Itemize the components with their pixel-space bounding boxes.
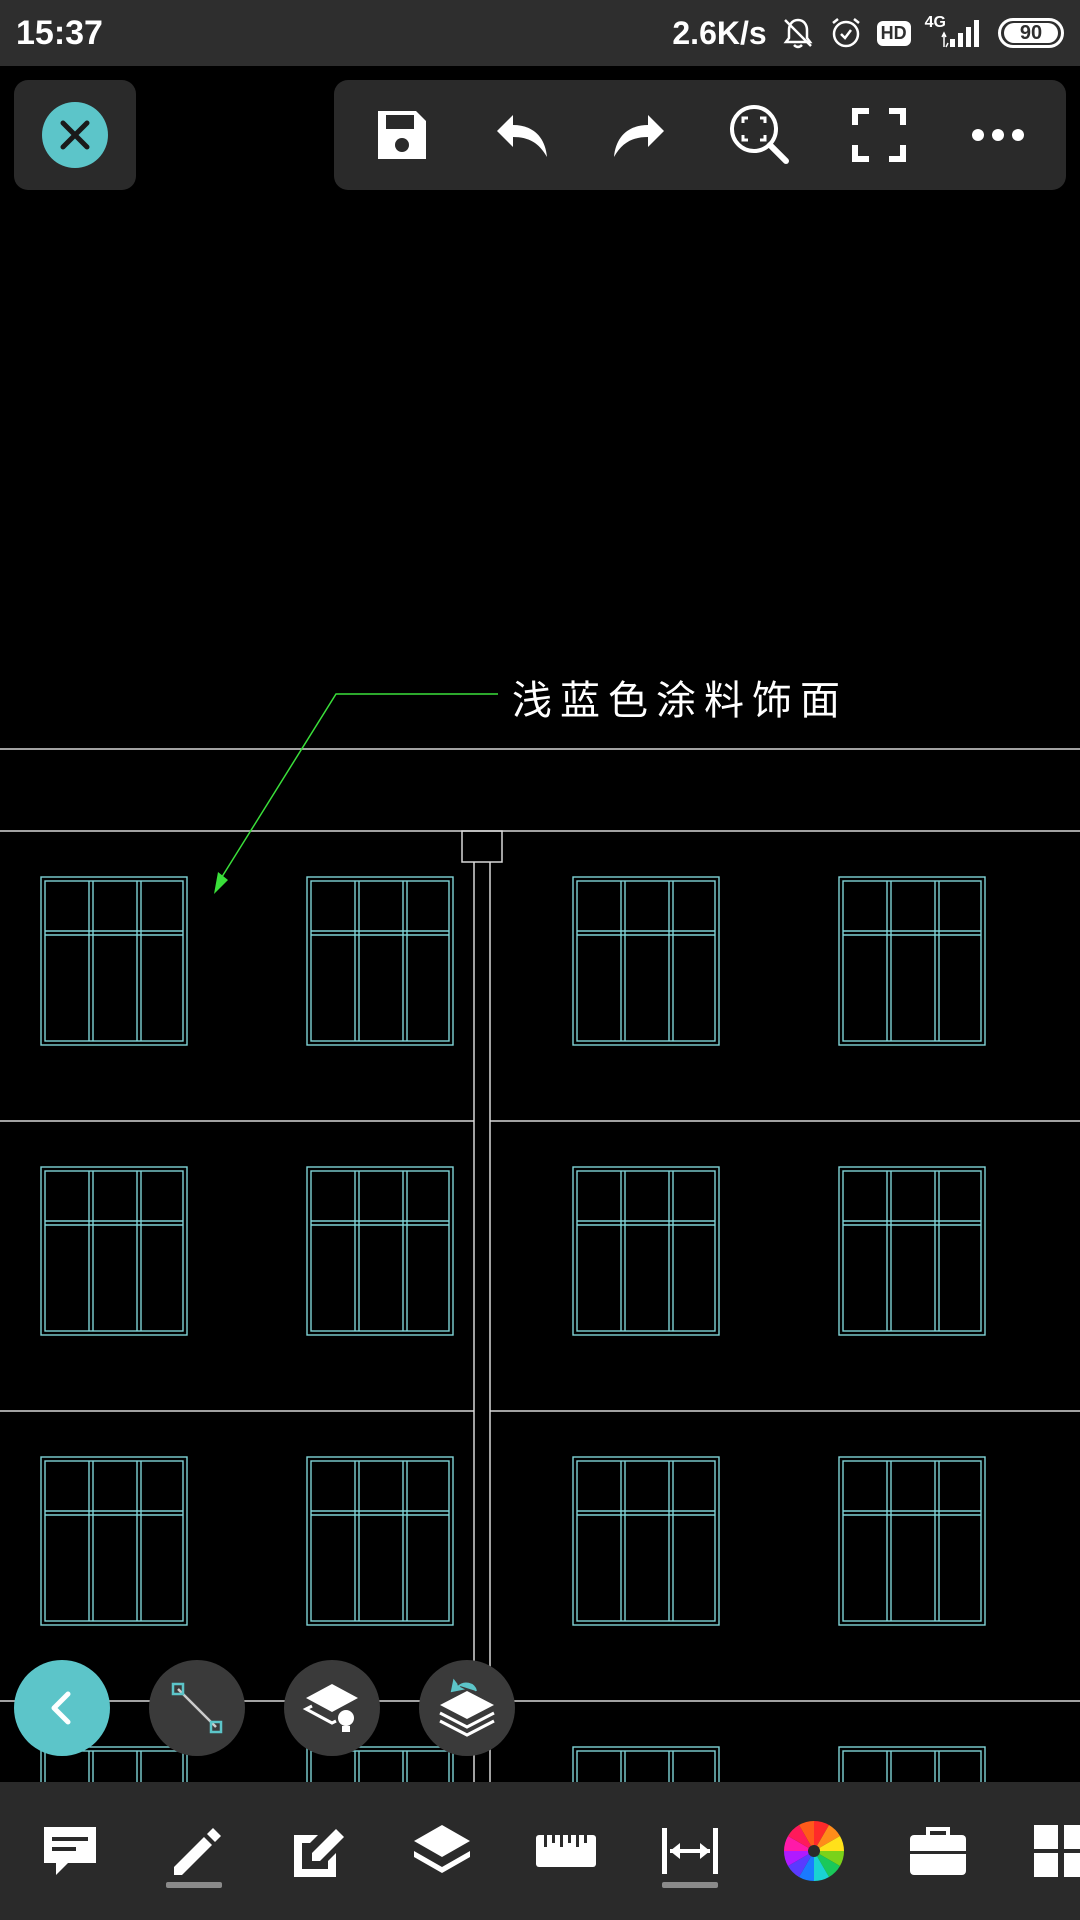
battery-indicator: 90 [998,18,1064,48]
net-speed: 2.6K/s [672,14,767,51]
layer-restore-button[interactable] [419,1660,515,1756]
layers-icon [414,1825,470,1873]
layers-tool-button[interactable] [402,1806,482,1896]
mute-bell-icon [781,16,815,50]
color-picker-button[interactable] [774,1806,854,1896]
window [40,1456,188,1626]
window [838,876,986,1046]
grid-icon [1034,1825,1080,1877]
edit-tool-button[interactable] [278,1806,358,1896]
close-button[interactable] [42,102,108,168]
undo-button[interactable] [476,90,566,180]
layer-bulb-icon [302,1684,358,1732]
more-button[interactable] [953,90,1043,180]
layer-light-button[interactable] [284,1660,380,1756]
window [40,876,188,1046]
alarm-icon [829,16,863,50]
windows [40,876,986,1782]
leader-arrowhead [214,872,228,894]
close-icon [60,120,90,150]
line-tool-button[interactable] [149,1660,245,1756]
top-toolbar [334,80,1066,190]
battery-level: 90 [1004,23,1058,43]
fullscreen-icon [851,108,906,162]
undo-icon [496,115,547,157]
app-root: 15:37 2.6K/s HD 4G 90 浅蓝色涂料饰面 [0,0,1080,1920]
active-underline [166,1882,222,1888]
more-icon [972,129,1025,141]
window [838,1456,986,1626]
zoom-extents-button[interactable] [715,90,805,180]
active-underline [662,1882,718,1888]
status-bar: 15:37 2.6K/s HD 4G 90 [0,0,1080,66]
pencil-tool-button[interactable] [154,1806,234,1896]
window [572,1166,720,1336]
chevron-left-icon [51,1691,71,1725]
dimension-icon [662,1828,718,1874]
signal-icon: 4G [924,14,984,49]
window [838,1166,986,1336]
pencil-icon [174,1828,221,1875]
window [306,1166,454,1336]
edit-icon [294,1829,344,1877]
toolbox-icon [910,1827,966,1875]
annotation-label[interactable]: 浅蓝色涂料饰面 [512,668,848,726]
dimension-tool-button[interactable] [650,1806,730,1896]
window [572,1746,720,1782]
ruler-tool-button[interactable] [526,1806,606,1896]
close-panel [14,80,136,190]
bottom-toolbar [0,1782,1080,1920]
window [572,876,720,1046]
ruler-icon [536,1835,596,1867]
redo-button[interactable] [595,90,685,180]
leader-line [214,693,498,894]
comment-icon [44,1827,96,1875]
layer-restore-icon [439,1678,495,1737]
hd-badge: HD [876,20,911,46]
window [40,1166,188,1336]
window [838,1746,986,1782]
window [306,1456,454,1626]
redo-icon [614,115,665,157]
comment-tool-button[interactable] [30,1806,110,1896]
window [306,876,454,1046]
color-wheel-icon [784,1821,844,1881]
fullscreen-button[interactable] [834,90,924,180]
toolbox-button[interactable] [898,1806,978,1896]
save-icon [377,111,426,159]
grid-view-button[interactable] [1022,1806,1080,1896]
drawing-canvas[interactable] [0,190,1080,1782]
window [572,1456,720,1626]
network-type: 4G [924,14,946,31]
status-time: 15:37 [16,13,103,52]
line-tool-icon [171,1682,223,1734]
back-button[interactable] [14,1660,110,1756]
status-right: 2.6K/s HD 4G 90 [672,14,1064,52]
zoom-extents-icon [729,105,789,164]
save-button[interactable] [357,90,447,180]
drain-pipe [461,830,503,1782]
